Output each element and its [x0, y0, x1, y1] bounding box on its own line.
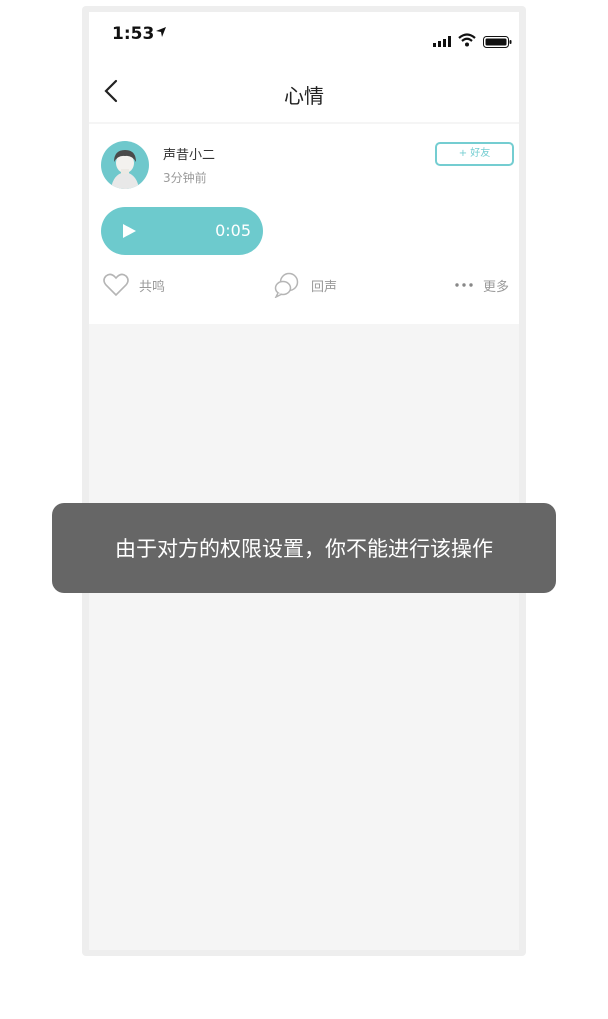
post-time: 3分钟前	[163, 171, 207, 185]
user-avatar-icon	[111, 150, 139, 189]
echo-label: 回声	[311, 279, 338, 295]
wifi-icon	[458, 33, 476, 47]
page-title: 心情	[284, 84, 324, 108]
add-friend-button[interactable]: + 好友	[435, 142, 514, 166]
voice-duration: 0:05	[215, 221, 251, 240]
phone-frame: 1:53 心情 声昔小二 3分钟前 + 好友 0:05 共鸣 回声 更多	[82, 6, 526, 956]
status-time: 1:53	[112, 24, 155, 44]
avatar[interactable]	[101, 141, 149, 189]
heart-icon	[103, 273, 129, 297]
voice-message-player[interactable]: 0:05	[101, 207, 263, 255]
post-card: 声昔小二 3分钟前 + 好友 0:05 共鸣 回声 更多	[89, 124, 519, 324]
status-bar: 1:53	[89, 12, 519, 60]
more-button[interactable]: 更多	[455, 270, 509, 300]
battery-icon	[483, 36, 512, 48]
toast-message: 由于对方的权限设置，你不能进行该操作	[115, 537, 493, 561]
resonate-button[interactable]: 共鸣	[103, 270, 165, 300]
resonate-label: 共鸣	[139, 279, 166, 295]
more-dots-icon	[455, 283, 473, 287]
play-icon[interactable]	[121, 223, 137, 239]
comment-bubble-icon	[274, 272, 299, 298]
more-label: 更多	[483, 279, 510, 295]
permission-toast: 由于对方的权限设置，你不能进行该操作	[52, 503, 556, 593]
nav-bar: 心情	[89, 60, 519, 122]
screen: 1:53 心情 声昔小二 3分钟前 + 好友 0:05 共鸣 回声 更多	[89, 12, 519, 950]
location-arrow-icon	[156, 27, 166, 37]
signal-icon	[433, 36, 451, 47]
username[interactable]: 声昔小二	[163, 144, 215, 163]
echo-button[interactable]: 回声	[273, 270, 337, 300]
